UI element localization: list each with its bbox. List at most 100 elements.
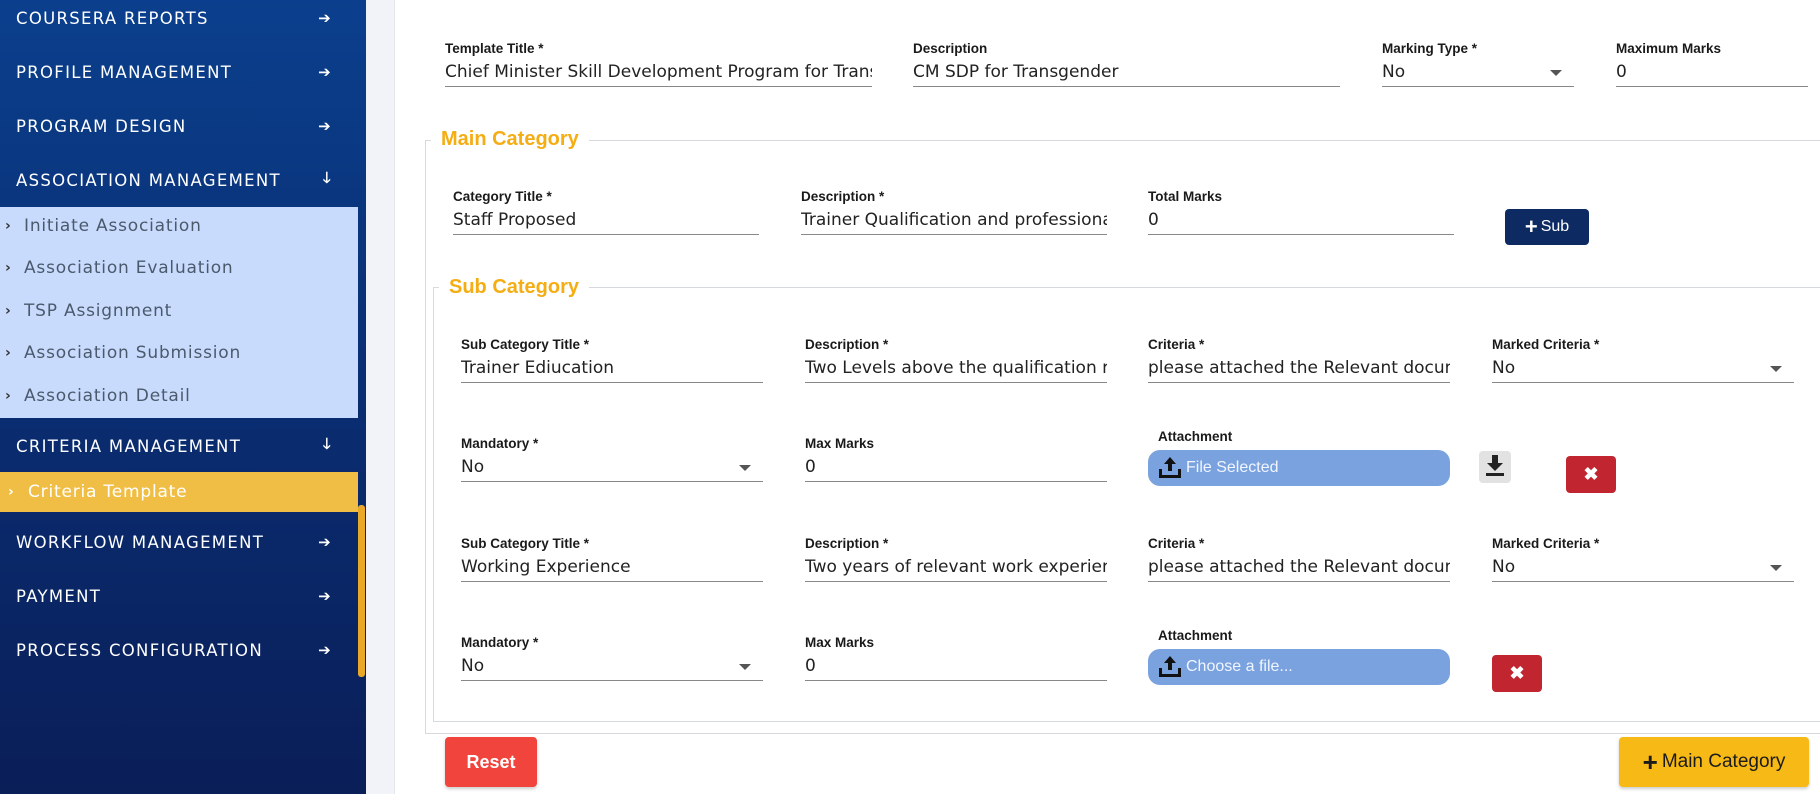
upload-icon bbox=[1157, 456, 1183, 485]
sidebar-subitem-criteria-template[interactable]: › Criteria Template bbox=[0, 472, 358, 512]
file-upload-label: File Selected bbox=[1186, 459, 1279, 476]
sub-category-description-input[interactable]: Two years of relevant work experience bbox=[805, 552, 1107, 582]
arrow-right-icon: ➔ bbox=[318, 587, 332, 605]
sub-category-description-input[interactable]: Two Levels above the qualification requi… bbox=[805, 353, 1107, 383]
max-marks-input[interactable]: 0 bbox=[805, 452, 1107, 482]
attachment-field[interactable]: Attachment File Selected bbox=[1148, 428, 1450, 490]
chevron-right-icon: › bbox=[5, 218, 12, 234]
category-title-input[interactable]: Staff Proposed bbox=[453, 205, 759, 235]
sub-category-title-field[interactable]: Sub Category Title * Trainer Ediucation bbox=[461, 336, 763, 383]
delete-sub-category-button[interactable]: ✖ bbox=[1566, 456, 1616, 493]
total-marks-input[interactable]: 0 bbox=[1148, 205, 1454, 235]
max-marks-field[interactable]: Max Marks 0 bbox=[805, 435, 1107, 482]
download-button[interactable] bbox=[1479, 451, 1511, 483]
sidebar-item-criteria-management[interactable]: CRITERIA MANAGEMENT 🡓 bbox=[0, 422, 358, 470]
caret-down-icon bbox=[739, 664, 751, 670]
marked-criteria-select[interactable]: Marked Criteria * No bbox=[1492, 535, 1794, 582]
sidebar-subitem-label: Association Evaluation bbox=[24, 258, 234, 278]
arrow-right-icon: ➔ bbox=[318, 63, 332, 81]
sub-category-description-field[interactable]: Description * Two Levels above the quali… bbox=[805, 336, 1107, 383]
field-label: Marking Type * bbox=[1382, 41, 1478, 56]
caret-down-icon bbox=[1770, 366, 1782, 372]
criteria-input[interactable]: please attached the Relevant documents bbox=[1148, 552, 1450, 582]
close-icon: ✖ bbox=[1509, 663, 1525, 683]
sidebar-item-process-configuration[interactable]: PROCESS CONFIGURATION ➔ bbox=[0, 626, 358, 674]
arrow-right-icon: ➔ bbox=[318, 533, 332, 551]
chevron-right-icon: › bbox=[8, 484, 15, 500]
arrow-right-icon: ➔ bbox=[318, 117, 332, 135]
sidebar-item-profile-management[interactable]: PROFILE MANAGEMENT ➔ bbox=[0, 48, 358, 96]
field-label: Attachment bbox=[1158, 429, 1233, 444]
field-label: Mandatory * bbox=[461, 635, 539, 650]
marking-type-select[interactable]: Marking Type * No bbox=[1382, 40, 1574, 87]
content-gutter bbox=[366, 0, 394, 794]
marked-criteria-value[interactable]: No bbox=[1492, 353, 1794, 383]
file-upload-input[interactable]: Choose a file... bbox=[1148, 649, 1450, 685]
sidebar-item-label: PROCESS CONFIGURATION bbox=[16, 640, 263, 660]
download-icon bbox=[1484, 453, 1506, 482]
chevron-right-icon: › bbox=[5, 260, 12, 276]
sub-category-title-field[interactable]: Sub Category Title * Working Experience bbox=[461, 535, 763, 582]
sidebar-subitem-association-detail[interactable]: › Association Detail bbox=[0, 377, 358, 415]
mandatory-select[interactable]: Mandatory * No bbox=[461, 435, 763, 482]
plus-icon: + bbox=[1524, 214, 1538, 239]
reset-button[interactable]: Reset bbox=[445, 737, 537, 787]
arrow-down-icon: 🡓 bbox=[322, 434, 332, 453]
field-label: Max Marks bbox=[805, 635, 875, 650]
sidebar: COURSERA REPORTS ➔ PROFILE MANAGEMENT ➔ … bbox=[0, 0, 366, 794]
sidebar-subitem-association-evaluation[interactable]: › Association Evaluation bbox=[0, 249, 358, 287]
max-marks-input[interactable]: 0 bbox=[805, 651, 1107, 681]
chevron-right-icon: › bbox=[5, 303, 12, 319]
sidebar-subitem-tsp-assignment[interactable]: › TSP Assignment bbox=[0, 292, 358, 330]
marking-type-value[interactable]: No bbox=[1382, 57, 1574, 87]
category-description-field[interactable]: Description * Trainer Qualification and … bbox=[801, 188, 1107, 235]
sidebar-item-coursera-reports[interactable]: COURSERA REPORTS ➔ bbox=[0, 0, 358, 42]
sub-category-title-input[interactable]: Working Experience bbox=[461, 552, 763, 582]
caret-down-icon bbox=[739, 465, 751, 471]
sidebar-item-label: COURSERA REPORTS bbox=[16, 8, 209, 28]
chevron-right-icon: › bbox=[5, 388, 12, 404]
maximum-marks-field[interactable]: Maximum Marks 0 bbox=[1616, 40, 1808, 87]
sub-category-description-field[interactable]: Description * Two years of relevant work… bbox=[805, 535, 1107, 582]
add-main-category-button[interactable]: + Main Category bbox=[1619, 737, 1809, 787]
button-label: Main Category bbox=[1661, 751, 1786, 772]
sidebar-item-workflow-management[interactable]: WORKFLOW MANAGEMENT ➔ bbox=[0, 518, 358, 566]
attachment-field[interactable]: Attachment Choose a file... bbox=[1148, 627, 1450, 689]
delete-sub-category-button[interactable]: ✖ bbox=[1492, 655, 1542, 692]
template-description-input[interactable]: CM SDP for Transgender bbox=[913, 57, 1340, 87]
sidebar-item-association-management[interactable]: ASSOCIATION MANAGEMENT 🡓 bbox=[0, 156, 358, 204]
template-description-field[interactable]: Description CM SDP for Transgender bbox=[913, 40, 1340, 87]
category-description-input[interactable]: Trainer Qualification and professional bbox=[801, 205, 1107, 235]
sidebar-scrollbar[interactable] bbox=[358, 505, 365, 677]
mandatory-value[interactable]: No bbox=[461, 452, 763, 482]
total-marks-field[interactable]: Total Marks 0 bbox=[1148, 188, 1454, 235]
max-marks-field[interactable]: Max Marks 0 bbox=[805, 634, 1107, 681]
sidebar-item-program-design[interactable]: PROGRAM DESIGN ➔ bbox=[0, 102, 358, 150]
field-label: Marked Criteria * bbox=[1492, 536, 1600, 551]
arrow-down-icon: 🡓 bbox=[322, 168, 332, 187]
sidebar-item-label: PROGRAM DESIGN bbox=[16, 116, 187, 136]
marked-criteria-value[interactable]: No bbox=[1492, 552, 1794, 582]
sub-category-title-input[interactable]: Trainer Ediucation bbox=[461, 353, 763, 383]
sidebar-subitem-association-submission[interactable]: › Association Submission bbox=[0, 334, 358, 372]
close-icon: ✖ bbox=[1583, 464, 1599, 484]
sidebar-item-payment[interactable]: PAYMENT ➔ bbox=[0, 572, 358, 620]
criteria-input[interactable]: please attached the Relevant documents bbox=[1148, 353, 1450, 383]
add-sub-category-button[interactable]: + Sub bbox=[1505, 209, 1589, 245]
mandatory-select[interactable]: Mandatory * No bbox=[461, 634, 763, 681]
template-title-field[interactable]: Template Title * Chief Minister Skill De… bbox=[445, 40, 872, 87]
criteria-field[interactable]: Criteria * please attached the Relevant … bbox=[1148, 535, 1450, 582]
field-label: Template Title * bbox=[445, 41, 544, 56]
sidebar-subitem-initiate-association[interactable]: › Initiate Association bbox=[0, 207, 358, 245]
sidebar-subitem-label: Initiate Association bbox=[24, 216, 202, 236]
criteria-field[interactable]: Criteria * please attached the Relevant … bbox=[1148, 336, 1450, 383]
marked-criteria-select[interactable]: Marked Criteria * No bbox=[1492, 336, 1794, 383]
caret-down-icon bbox=[1770, 565, 1782, 571]
mandatory-value[interactable]: No bbox=[461, 651, 763, 681]
category-title-field[interactable]: Category Title * Staff Proposed bbox=[453, 188, 759, 235]
maximum-marks-input[interactable]: 0 bbox=[1616, 57, 1808, 87]
sidebar-subitem-label: Association Detail bbox=[24, 386, 191, 406]
field-label: Description * bbox=[805, 337, 889, 352]
file-upload-input[interactable]: File Selected bbox=[1148, 450, 1450, 486]
template-title-input[interactable]: Chief Minister Skill Development Program… bbox=[445, 57, 872, 87]
